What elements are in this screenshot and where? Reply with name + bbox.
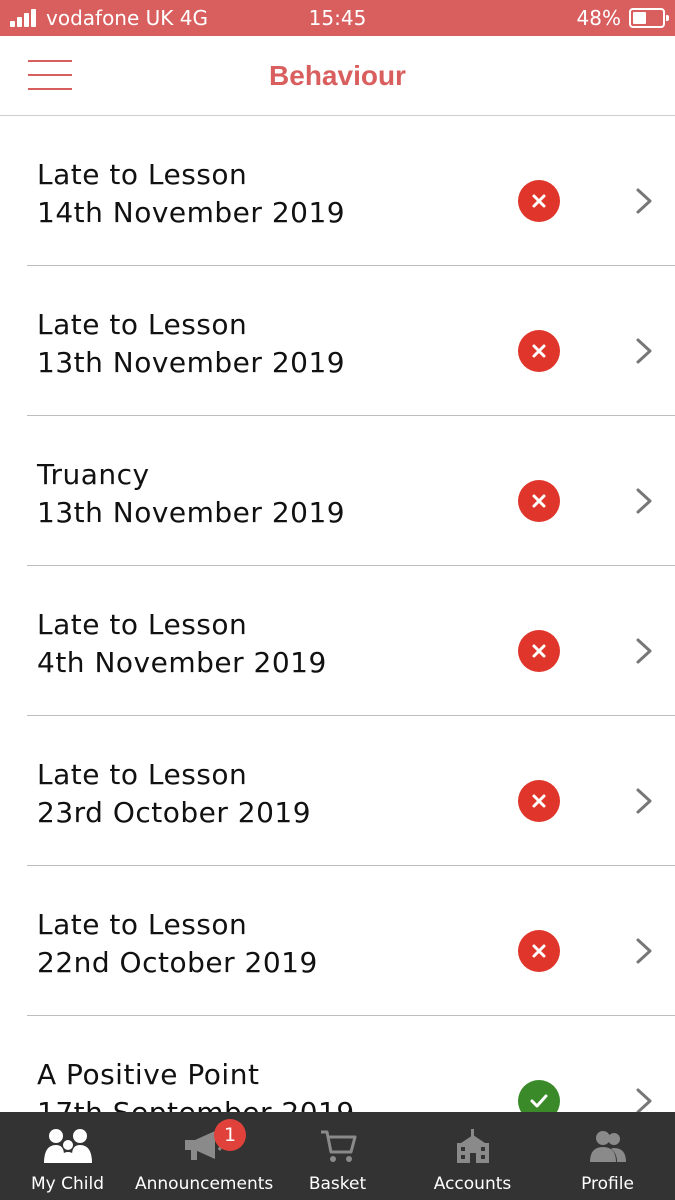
cross-icon xyxy=(518,780,560,822)
chevron-right-icon xyxy=(632,637,656,665)
behaviour-row[interactable]: Truancy 13th November 2019 xyxy=(0,416,675,566)
tab-accounts[interactable]: Accounts xyxy=(405,1112,540,1200)
battery-percent: 48% xyxy=(576,6,621,30)
behaviour-title: Late to Lesson xyxy=(37,308,248,341)
status-time: 15:45 xyxy=(308,6,367,30)
tab-label: Profile xyxy=(581,1174,634,1194)
tab-basket[interactable]: Basket xyxy=(270,1112,405,1200)
tab-label: Basket xyxy=(308,1174,367,1194)
chevron-right-icon xyxy=(632,787,656,815)
behaviour-date: 14th November 2019 xyxy=(37,196,346,229)
behaviour-row-text: A Positive Point 17th September 2019 xyxy=(37,1056,355,1112)
behaviour-date: 4th November 2019 xyxy=(37,646,327,679)
behaviour-row-text: Late to Lesson 14th November 2019 xyxy=(37,156,345,232)
cross-icon xyxy=(518,180,560,222)
status-bar: vodafone UK 4G 15:45 48% xyxy=(0,0,675,36)
behaviour-list[interactable]: Late to Lesson 14th November 2019 Late to … xyxy=(0,116,675,1112)
cross-icon xyxy=(518,630,560,672)
behaviour-title: Late to Lesson xyxy=(37,608,248,641)
behaviour-row[interactable]: Late to Lesson 4th November 2019 xyxy=(0,566,675,716)
behaviour-title: A Positive Point xyxy=(37,1058,260,1091)
people-icon xyxy=(540,1126,675,1166)
behaviour-row-text: Truancy 13th November 2019 xyxy=(37,456,345,532)
behaviour-title: Late to Lesson xyxy=(37,158,248,191)
behaviour-row[interactable]: Late to Lesson 14th November 2019 xyxy=(0,116,675,266)
tab-announcements[interactable]: Announcements xyxy=(135,1112,274,1200)
behaviour-row-text: Late to Lesson 22nd October 2019 xyxy=(37,906,318,982)
school-building-icon xyxy=(405,1126,540,1166)
tab-profile[interactable]: Profile xyxy=(540,1112,675,1200)
page-title: Behaviour xyxy=(269,60,406,91)
behaviour-date: 17th September 2019 xyxy=(37,1094,355,1112)
nav-bar: Behaviour xyxy=(0,36,675,116)
chevron-right-icon xyxy=(632,937,656,965)
status-right: 48% xyxy=(576,5,669,31)
behaviour-row[interactable]: Late to Lesson 23rd October 2019 xyxy=(0,716,675,866)
battery-fill xyxy=(633,12,647,24)
tab-my-child[interactable]: My Child xyxy=(0,1112,135,1200)
behaviour-row-text: Late to Lesson 4th November 2019 xyxy=(37,606,327,682)
cross-icon xyxy=(518,930,560,972)
notification-badge: 1 xyxy=(214,1119,246,1151)
behaviour-row-text: Late to Lesson 13th November 2019 xyxy=(37,306,345,382)
behaviour-title: Late to Lesson xyxy=(37,758,248,791)
cross-icon xyxy=(518,330,560,372)
behaviour-row-text: Late to Lesson 23rd October 2019 xyxy=(37,756,311,832)
behaviour-date: 13th November 2019 xyxy=(37,496,346,529)
chevron-right-icon xyxy=(632,487,656,515)
battery-icon xyxy=(629,8,669,28)
behaviour-date: 13th November 2019 xyxy=(37,346,346,379)
tab-label: Announcements xyxy=(135,1174,274,1194)
chevron-right-icon xyxy=(632,1087,656,1112)
cross-icon xyxy=(518,480,560,522)
tab-bar: My Child Announcements Basket Accounts Profi… xyxy=(0,1112,675,1200)
behaviour-row[interactable]: A Positive Point 17th September 2019 xyxy=(0,1016,675,1112)
tab-label: Accounts xyxy=(433,1174,512,1194)
behaviour-row[interactable]: Late to Lesson 13th November 2019 xyxy=(0,266,675,416)
family-icon xyxy=(0,1126,135,1166)
behaviour-title: Truancy xyxy=(37,458,150,491)
cart-icon xyxy=(270,1126,405,1166)
check-icon xyxy=(518,1080,560,1112)
behaviour-row[interactable]: Late to Lesson 22nd October 2019 xyxy=(0,866,675,1016)
behaviour-title: Late to Lesson xyxy=(37,908,248,941)
behaviour-date: 22nd October 2019 xyxy=(37,946,318,979)
chevron-right-icon xyxy=(632,187,656,215)
tab-label: My Child xyxy=(30,1174,104,1194)
behaviour-date: 23rd October 2019 xyxy=(37,796,312,829)
chevron-right-icon xyxy=(632,337,656,365)
megaphone-icon xyxy=(135,1126,270,1166)
